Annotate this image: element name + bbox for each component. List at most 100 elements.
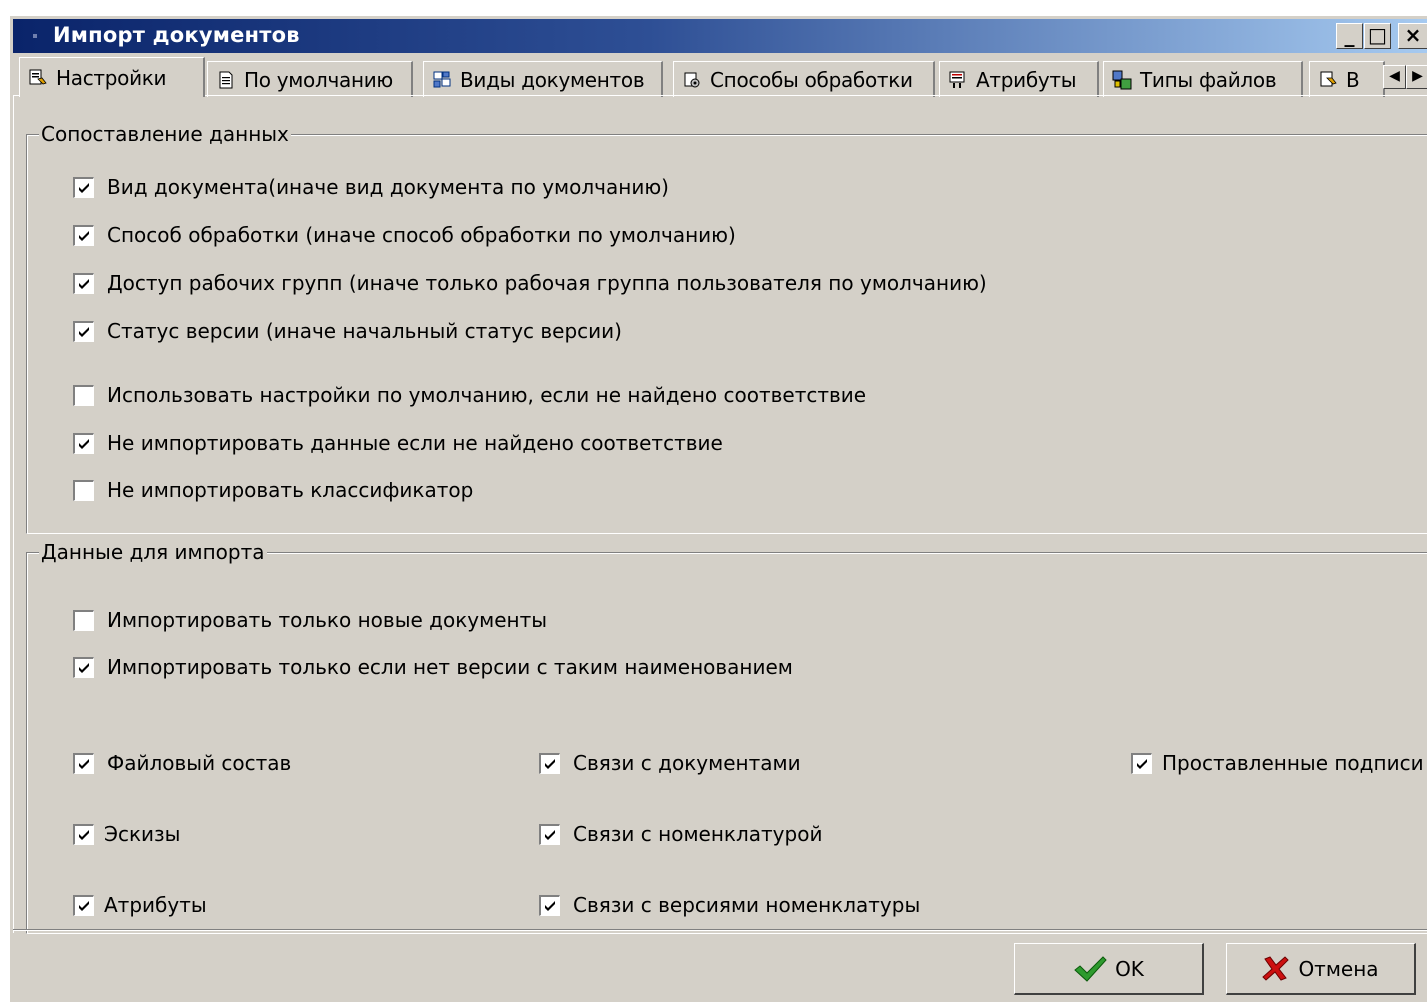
checkbox[interactable] xyxy=(73,752,94,774)
checkbox-row-doc-type[interactable]: Вид документа(иначе вид документа по умо… xyxy=(73,175,669,199)
checkbox-label: Не импортировать данные если не найдено … xyxy=(107,431,723,455)
import-documents-dialog: Импорт документов _ □ × Настройки По умо… xyxy=(10,16,1427,1002)
document-icon xyxy=(219,71,233,88)
minimize-button[interactable]: _ xyxy=(1336,23,1363,49)
checkbox[interactable] xyxy=(1131,752,1152,774)
checkbox-row-sketches[interactable]: Эскизы xyxy=(73,822,180,846)
checkbox[interactable] xyxy=(73,609,94,631)
checkbox-label: Связи с документами xyxy=(573,751,801,775)
checkmark-icon xyxy=(79,829,89,840)
tab-scroll-right-button[interactable]: ▶ xyxy=(1406,65,1427,89)
checkbox[interactable] xyxy=(539,752,560,774)
checkbox[interactable] xyxy=(73,176,94,198)
checkbox-row-no-same-version[interactable]: Импортировать только если нет версии с т… xyxy=(73,655,793,679)
checkbox-row-version-status[interactable]: Статус версии (иначе начальный статус ве… xyxy=(73,319,622,343)
tab-document-types[interactable]: Виды документов xyxy=(423,61,663,97)
checkmark-icon xyxy=(545,900,555,911)
checkbox-label: Файловый состав xyxy=(107,751,292,775)
checkbox-row-signatures[interactable]: Проставленные подписи xyxy=(1131,751,1424,775)
window-menu-icon[interactable] xyxy=(33,34,37,38)
checkbox-label: Статус версии (иначе начальный статус ве… xyxy=(107,319,622,343)
ok-button-label: OK xyxy=(1115,956,1144,981)
checkbox-row-workgroups[interactable]: Доступ рабочих групп (иначе только рабоч… xyxy=(73,271,987,295)
import-group-title: Данные для импорта xyxy=(39,540,267,564)
checkmark-icon xyxy=(79,278,89,289)
checkbox[interactable] xyxy=(73,823,94,845)
processing-icon xyxy=(684,72,700,87)
checkbox-row-doc-links[interactable]: Связи с документами xyxy=(539,751,801,775)
checkmark-icon xyxy=(79,230,89,241)
checkbox[interactable] xyxy=(73,656,94,678)
title-bar[interactable]: Импорт документов _ □ × xyxy=(13,19,1427,53)
checkbox-label: Импортировать только новые документы xyxy=(107,608,548,632)
checkmark-icon xyxy=(79,326,89,337)
checkbox-row-file-contents[interactable]: Файловый состав xyxy=(73,751,291,775)
checkbox-row-nomenclature-links[interactable]: Связи с номенклатурой xyxy=(539,822,822,846)
checkbox-row-skip-unmatched[interactable]: Не импортировать данные если не найдено … xyxy=(73,431,723,455)
checkbox[interactable] xyxy=(73,894,94,916)
checkbox-label: Использовать настройки по умолчанию, есл… xyxy=(107,383,867,407)
tab-label: По умолчанию xyxy=(244,67,393,92)
ok-button[interactable]: OK xyxy=(1014,943,1204,995)
tab-processing-methods[interactable]: Способы обработки xyxy=(673,61,935,97)
checkbox[interactable] xyxy=(73,272,94,294)
tab-label: Способы обработки xyxy=(710,67,913,92)
checkbox[interactable] xyxy=(73,320,94,342)
checkbox[interactable] xyxy=(73,432,94,454)
checkmark-icon xyxy=(545,758,555,769)
checkbox-label: Вид документа(иначе вид документа по умо… xyxy=(107,175,669,199)
checkbox-row-only-new[interactable]: Импортировать только новые документы xyxy=(73,608,547,632)
checkbox-label: Связи с номенклатурой xyxy=(573,822,823,846)
tab-attributes[interactable]: Атрибуты xyxy=(939,61,1099,97)
checkmark-icon xyxy=(1074,955,1107,982)
tab-truncated[interactable]: В xyxy=(1309,61,1385,97)
checkmark-icon xyxy=(79,900,89,911)
checkbox-label: Доступ рабочих групп (иначе только рабоч… xyxy=(107,271,987,295)
cancel-x-icon xyxy=(1262,955,1290,981)
checkmark-icon xyxy=(79,182,89,193)
tab-strip: Настройки По умолчанию Виды документов С… xyxy=(13,57,1427,97)
tab-label: Атрибуты xyxy=(976,67,1077,92)
checkbox-label: Связи с версиями номенклатуры xyxy=(573,893,921,917)
tab-scroll-left-button[interactable]: ◀ xyxy=(1383,65,1406,89)
checkbox-row-attributes[interactable]: Атрибуты xyxy=(73,893,207,917)
attributes-icon xyxy=(949,71,965,88)
import-data-groupbox: Данные для импорта Импортировать только … xyxy=(26,540,1427,934)
checkbox[interactable] xyxy=(539,823,560,845)
checkbox[interactable] xyxy=(73,479,94,501)
settings-tab-page: Сопоставление данных Вид документа(иначе… xyxy=(13,95,1427,934)
tab-file-types[interactable]: Типы файлов xyxy=(1103,61,1303,97)
footer-separator xyxy=(13,929,1427,931)
tab-label: В xyxy=(1346,67,1360,92)
checkbox[interactable] xyxy=(73,384,94,406)
checkbox-row-processing[interactable]: Способ обработки (иначе способ обработки… xyxy=(73,223,736,247)
checkbox-label: Атрибуты xyxy=(104,893,207,917)
maximize-button[interactable]: □ xyxy=(1364,23,1391,49)
checkbox-row-use-defaults[interactable]: Использовать настройки по умолчанию, есл… xyxy=(73,383,866,407)
tab-settings[interactable]: Настройки xyxy=(19,57,205,97)
tab-label: Типы файлов xyxy=(1140,67,1277,92)
cancel-button-label: Отмена xyxy=(1298,956,1379,981)
file-types-icon xyxy=(1112,70,1132,89)
cancel-button[interactable]: Отмена xyxy=(1226,943,1416,995)
checkbox-label: Способ обработки (иначе способ обработки… xyxy=(107,223,736,247)
checkbox-row-skip-classifier[interactable]: Не импортировать классификатор xyxy=(73,478,473,502)
checkmark-icon xyxy=(1137,758,1147,769)
checkmark-icon xyxy=(79,758,89,769)
checkbox[interactable] xyxy=(73,224,94,246)
checkbox-label: Не импортировать классификатор xyxy=(107,478,474,502)
close-button[interactable]: × xyxy=(1398,23,1427,49)
checkbox-row-nomenclature-version-links[interactable]: Связи с версиями номенклатуры xyxy=(539,893,920,917)
checkbox-label: Импортировать только если нет версии с т… xyxy=(107,655,793,679)
tab-label: Виды документов xyxy=(460,67,645,92)
window-title: Импорт документов xyxy=(53,23,300,47)
tab-defaults[interactable]: По умолчанию xyxy=(207,61,413,97)
mapping-groupbox: Сопоставление данных Вид документа(иначе… xyxy=(26,122,1427,534)
tab-label: Настройки xyxy=(56,65,167,90)
doc-types-icon xyxy=(433,71,451,87)
checkbox-label: Проставленные подписи xyxy=(1162,751,1424,775)
checkbox[interactable] xyxy=(539,894,560,916)
mapping-group-title: Сопоставление данных xyxy=(39,122,291,146)
checkmark-icon xyxy=(79,662,89,673)
settings-icon xyxy=(29,69,47,84)
